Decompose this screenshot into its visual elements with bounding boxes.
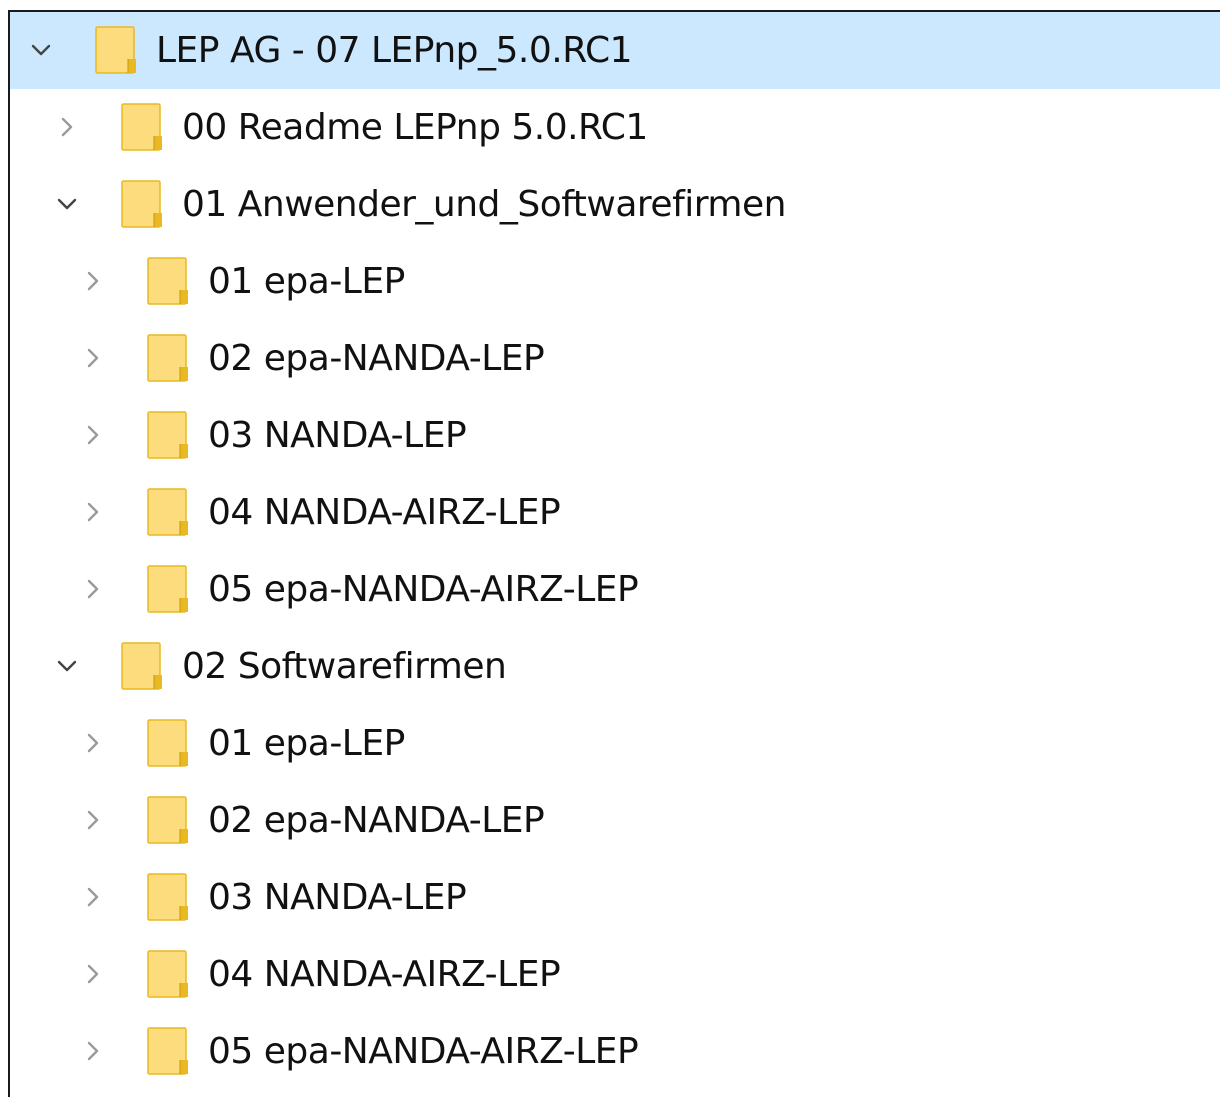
folder-icon: [146, 256, 190, 306]
folder-icon: [146, 1026, 190, 1076]
tree-row[interactable]: 04 NANDA-AIRZ-LEP: [10, 474, 1220, 551]
tree-row[interactable]: 02 epa-NANDA-LEP: [10, 320, 1220, 397]
folder-icon: [146, 410, 190, 460]
tree-row[interactable]: 02 epa-NANDA-LEP: [10, 782, 1220, 859]
chevron-right-icon[interactable]: [78, 574, 108, 604]
chevron-right-icon[interactable]: [78, 728, 108, 758]
folder-icon: [146, 795, 190, 845]
folder-name: 02 epa-NANDA-LEP: [208, 800, 545, 841]
folder-icon: [120, 179, 164, 229]
chevron-right-icon[interactable]: [78, 266, 108, 296]
folder-icon: [120, 641, 164, 691]
folder-name: 01 Anwender_und_Softwarefirmen: [182, 184, 786, 225]
folder-name: 04 NANDA-AIRZ-LEP: [208, 492, 561, 533]
folder-icon: [146, 333, 190, 383]
folder-name: 03 NANDA-LEP: [208, 415, 467, 456]
folder-icon: [146, 949, 190, 999]
chevron-right-icon[interactable]: [78, 420, 108, 450]
folder-icon: [120, 102, 164, 152]
folder-tree: LEP AG - 07 LEPnp_5.0.RC1 00 Readme LEPn…: [8, 10, 1220, 1097]
chevron-right-icon[interactable]: [52, 112, 82, 142]
folder-name: 04 NANDA-AIRZ-LEP: [208, 954, 561, 995]
tree-row[interactable]: 05 epa-NANDA-AIRZ-LEP: [10, 551, 1220, 628]
chevron-right-icon[interactable]: [78, 343, 108, 373]
tree-row[interactable]: 04 NANDA-AIRZ-LEP: [10, 936, 1220, 1013]
chevron-down-icon[interactable]: [26, 35, 56, 65]
folder-icon: [146, 718, 190, 768]
tree-row[interactable]: 02 Softwarefirmen: [10, 628, 1220, 705]
tree-row[interactable]: 01 Anwender_und_Softwarefirmen: [10, 166, 1220, 243]
folder-name: 01 epa-LEP: [208, 261, 405, 302]
chevron-down-icon[interactable]: [52, 651, 82, 681]
folder-icon: [94, 25, 138, 75]
folder-name: 00 Readme LEPnp 5.0.RC1: [182, 107, 648, 148]
folder-name: LEP AG - 07 LEPnp_5.0.RC1: [156, 30, 632, 71]
tree-row[interactable]: 01 epa-LEP: [10, 705, 1220, 782]
chevron-right-icon[interactable]: [78, 959, 108, 989]
tree-row[interactable]: 01 epa-LEP: [10, 243, 1220, 320]
chevron-right-icon[interactable]: [78, 497, 108, 527]
folder-name: 05 epa-NANDA-AIRZ-LEP: [208, 1031, 639, 1072]
folder-icon: [146, 872, 190, 922]
tree-row[interactable]: 03 NANDA-LEP: [10, 859, 1220, 936]
chevron-right-icon[interactable]: [78, 1036, 108, 1066]
folder-name: 01 epa-LEP: [208, 723, 405, 764]
folder-name: 03 NANDA-LEP: [208, 877, 467, 918]
folder-name: 05 epa-NANDA-AIRZ-LEP: [208, 569, 639, 610]
folder-icon: [146, 487, 190, 537]
chevron-right-icon[interactable]: [78, 882, 108, 912]
tree-row[interactable]: LEP AG - 07 LEPnp_5.0.RC1: [10, 12, 1220, 89]
tree-row[interactable]: 00 Readme LEPnp 5.0.RC1: [10, 89, 1220, 166]
folder-name: 02 epa-NANDA-LEP: [208, 338, 545, 379]
chevron-right-icon[interactable]: [78, 805, 108, 835]
tree-row[interactable]: 03 NANDA-LEP: [10, 397, 1220, 474]
tree-row[interactable]: 05 epa-NANDA-AIRZ-LEP: [10, 1013, 1220, 1090]
chevron-down-icon[interactable]: [52, 189, 82, 219]
folder-name: 02 Softwarefirmen: [182, 646, 507, 687]
folder-icon: [146, 564, 190, 614]
